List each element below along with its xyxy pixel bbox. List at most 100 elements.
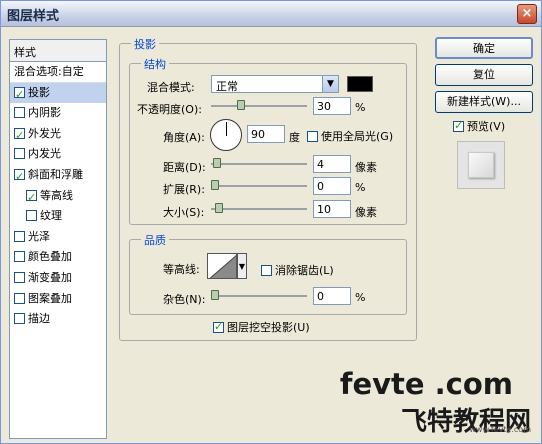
contour-dropdown-button[interactable]: ▼ [237, 253, 247, 279]
style-list-item-label: 渐变叠加 [28, 270, 72, 284]
size-label: 大小(S): [163, 206, 205, 219]
style-list-item-label: 投影 [28, 85, 50, 99]
checkbox-icon[interactable] [14, 313, 25, 325]
preview-checkbox[interactable]: 预览(V) [453, 118, 505, 134]
anti-alias-checkbox[interactable]: 消除锯齿(L) [261, 262, 334, 278]
checkbox-icon[interactable] [14, 107, 25, 119]
distance-input[interactable]: 4 [313, 155, 351, 173]
checkbox-icon[interactable] [14, 126, 25, 146]
styles-list-items: 混合选项:自定投影内阴影外发光内发光斜面和浮雕等高线纹理光泽颜色叠加渐变叠加图案… [10, 62, 106, 330]
quality-group-title: 品质 [141, 232, 169, 248]
distance-slider[interactable] [211, 158, 307, 168]
noise-label: 杂色(N): [163, 293, 206, 306]
size-slider-thumb[interactable] [215, 203, 223, 213]
new-style-button[interactable]: 新建样式(W)... [435, 91, 533, 113]
checkbox-icon[interactable] [14, 251, 25, 263]
chevron-down-icon: ▼ [238, 262, 246, 271]
contour-preview[interactable] [207, 253, 237, 279]
distance-unit: 像素 [355, 161, 377, 174]
checkbox-icon[interactable] [14, 230, 25, 242]
style-list-item-label: 混合选项:自定 [14, 65, 84, 78]
reset-button[interactable]: 复位 [435, 64, 533, 86]
angle-unit: 度 [289, 131, 300, 144]
chevron-down-icon: ▼ [322, 76, 338, 92]
style-list-item[interactable]: 图案叠加 [10, 289, 106, 310]
style-list-item[interactable]: 描边 [10, 309, 106, 330]
size-slider[interactable] [211, 203, 307, 213]
style-list-item[interactable]: 投影 [10, 82, 106, 105]
style-list-item[interactable]: 斜面和浮雕 [10, 165, 106, 187]
checkbox-icon [453, 119, 464, 132]
noise-slider-thumb[interactable] [211, 290, 219, 300]
knockout-checkbox[interactable]: 图层挖空投影(U) [213, 319, 310, 335]
checkbox-icon[interactable] [14, 271, 25, 283]
preview-label: 预览(V) [467, 120, 506, 133]
checkbox-icon[interactable] [26, 210, 37, 222]
style-list-item[interactable]: 等高线 [10, 186, 106, 208]
global-light-checkbox[interactable]: 使用全局光(G) [307, 128, 393, 144]
layer-style-dialog: 图层样式 × 样式 混合选项:自定投影内阴影外发光内发光斜面和浮雕等高线纹理光泽… [0, 0, 542, 444]
styles-list: 样式 混合选项:自定投影内阴影外发光内发光斜面和浮雕等高线纹理光泽颜色叠加渐变叠… [9, 39, 107, 439]
opacity-input[interactable]: 30 [313, 97, 351, 115]
knockout-label: 图层挖空投影(U) [227, 321, 310, 334]
style-list-item[interactable]: 混合选项:自定 [10, 62, 106, 83]
blend-mode-value: 正常 [216, 80, 238, 93]
structure-group-title: 结构 [141, 56, 169, 72]
spread-slider-thumb[interactable] [211, 180, 219, 190]
style-list-item[interactable]: 内发光 [10, 144, 106, 165]
contour-label: 等高线: [163, 263, 200, 276]
distance-label: 距离(D): [163, 161, 206, 174]
ok-button[interactable]: 确定 [435, 37, 533, 59]
style-list-item[interactable]: 内阴影 [10, 103, 106, 124]
checkbox-icon[interactable] [14, 85, 25, 105]
anti-alias-label: 消除锯齿(L) [275, 264, 334, 277]
spread-input[interactable]: 0 [313, 177, 351, 195]
shadow-color-swatch[interactable] [347, 76, 373, 92]
styles-list-header[interactable]: 样式 [10, 40, 106, 62]
style-list-item[interactable]: 渐变叠加 [10, 268, 106, 289]
angle-dial[interactable] [210, 119, 242, 151]
style-list-item-label: 光泽 [28, 229, 50, 243]
blend-mode-label: 混合模式: [147, 81, 195, 94]
distance-slider-thumb[interactable] [213, 158, 221, 168]
angle-label: 角度(A): [163, 131, 205, 144]
style-list-item-label: 等高线 [40, 188, 73, 202]
size-unit: 像素 [355, 206, 377, 219]
blend-mode-select[interactable]: 正常 ▼ [211, 75, 339, 93]
noise-slider[interactable] [211, 290, 307, 300]
title-bar[interactable]: 图层样式 × [1, 1, 541, 27]
spread-label: 扩展(R): [163, 183, 205, 196]
checkbox-icon[interactable] [26, 188, 37, 208]
linear-contour-icon [209, 255, 236, 278]
style-list-item[interactable]: 光泽 [10, 227, 106, 248]
noise-input[interactable]: 0 [313, 287, 351, 305]
size-input[interactable]: 10 [313, 200, 351, 218]
checkbox-icon[interactable] [14, 148, 25, 160]
style-list-item-label: 斜面和浮雕 [28, 167, 83, 181]
checkbox-icon [213, 320, 224, 333]
style-list-item[interactable]: 外发光 [10, 124, 106, 146]
style-list-item[interactable]: 颜色叠加 [10, 247, 106, 268]
style-list-item-label: 描边 [28, 312, 50, 326]
spread-slider[interactable] [211, 180, 307, 190]
watermark-url: www.fevte.com [469, 425, 531, 434]
style-list-item-label: 内发光 [28, 147, 61, 161]
opacity-slider-thumb[interactable] [237, 100, 245, 110]
drop-shadow-group-title: 投影 [131, 36, 159, 52]
checkbox-icon[interactable] [14, 292, 25, 304]
style-list-item-label: 纹理 [40, 209, 62, 223]
style-list-item[interactable]: 纹理 [10, 206, 106, 227]
style-list-item-label: 颜色叠加 [28, 250, 72, 264]
style-list-item-label: 外发光 [28, 126, 61, 140]
window-title: 图层样式 [7, 9, 60, 24]
checkbox-icon [307, 131, 318, 142]
close-button[interactable]: × [517, 4, 537, 24]
checkbox-icon[interactable] [14, 167, 25, 187]
spread-unit: % [355, 181, 366, 194]
preview-swatch [468, 152, 494, 178]
style-preview-thumbnail [457, 141, 505, 189]
opacity-slider[interactable] [211, 100, 307, 110]
angle-input[interactable]: 90 [247, 125, 285, 143]
opacity-label: 不透明度(O): [137, 103, 202, 116]
style-list-item-label: 图案叠加 [28, 291, 72, 305]
